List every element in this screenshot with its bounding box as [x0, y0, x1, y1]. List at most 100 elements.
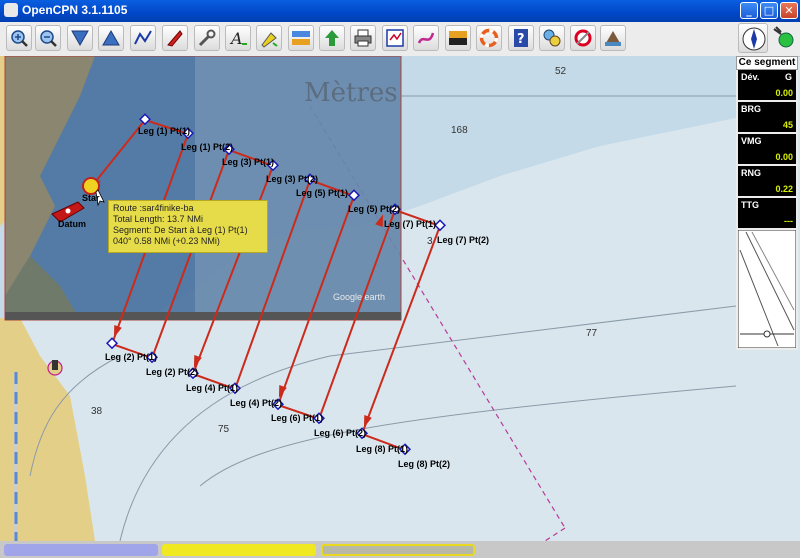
waypoint-label[interactable]: Leg (5) Pt(2) — [348, 204, 400, 214]
depth-sounding: 38 — [91, 406, 103, 417]
route-manager-icon — [386, 29, 404, 47]
status-pane-1 — [4, 544, 158, 556]
text-button[interactable]: A — [225, 25, 251, 51]
zoom-out-button[interactable] — [35, 25, 61, 51]
google-earth-logo: Google earth — [333, 292, 386, 302]
waypoint-label[interactable]: Leg (8) Pt(2) — [398, 459, 450, 469]
waypoint-label[interactable]: Leg (4) Pt(1) — [186, 383, 238, 393]
route-manager-button[interactable] — [382, 25, 408, 51]
instrument-label: RNG — [741, 168, 761, 178]
tooltip-length: Total Length: 13.7 NMi — [113, 214, 204, 224]
color-scheme-button[interactable] — [445, 25, 471, 51]
track-icon — [417, 32, 435, 44]
instrument-value: 45 — [782, 120, 793, 130]
course-graph — [738, 230, 796, 348]
settings-icon — [198, 29, 216, 47]
scale-out-button[interactable] — [98, 25, 124, 51]
follow-ship-button[interactable] — [162, 25, 188, 51]
waypoint-label[interactable]: Leg (3) Pt(1) — [222, 157, 274, 167]
help-button[interactable]: ? — [508, 25, 534, 51]
print-icon — [354, 29, 372, 47]
settings-button[interactable] — [194, 25, 220, 51]
compass-icon — [742, 27, 766, 51]
tides-button[interactable] — [288, 25, 314, 51]
route-button[interactable] — [130, 25, 156, 51]
mob-button[interactable] — [476, 25, 502, 51]
route-tooltip: Route :sar4finike-ba Total Length: 13.7 … — [108, 200, 268, 253]
waypoint-label[interactable]: Leg (1) Pt(1) — [138, 126, 190, 136]
waypoint-label[interactable]: Leg (5) Pt(1) — [296, 188, 348, 198]
instrument-value: 0.00 — [775, 88, 793, 98]
instrument-unit: G — [784, 72, 792, 82]
depth-sounding: 75 — [218, 424, 230, 435]
scale-in-icon — [71, 30, 89, 47]
app-icon — [4, 3, 18, 17]
start-label: Star — [82, 193, 100, 203]
zoom-in-icon — [11, 30, 28, 47]
close-button[interactable]: ✕ — [780, 2, 798, 19]
gps-status-button[interactable] — [770, 23, 796, 53]
depth-sounding: 168 — [451, 125, 468, 136]
title-bar: OpenCPN 3.1.1105 _ □ ✕ — [0, 0, 800, 22]
compass-button[interactable] — [738, 23, 768, 53]
maximize-button[interactable]: □ — [760, 2, 778, 19]
depth-sounding: 52 — [555, 66, 567, 77]
instrument-range: RNG 0.22 — [738, 166, 796, 196]
text-icon: A — [229, 29, 247, 48]
instrument-label: VMG — [741, 136, 762, 146]
mob-icon — [479, 28, 499, 48]
instrument-label: BRG — [741, 104, 761, 114]
instrument-deviation: Dév. G 0.00 — [738, 70, 796, 100]
route-icon — [134, 30, 152, 45]
plugin-icon — [543, 29, 561, 47]
tides-icon — [292, 31, 310, 45]
instrument-vmg: VMG 0.00 — [738, 134, 796, 164]
waypoint-label[interactable]: Leg (2) Pt(1) — [105, 352, 157, 362]
waypoint-label[interactable]: Leg (7) Pt(2) — [437, 235, 489, 245]
waypoint-label[interactable]: Leg (4) Pt(2) — [230, 398, 282, 408]
plugin3-button[interactable] — [600, 25, 626, 51]
currents-button[interactable] — [319, 25, 345, 51]
svg-text:?: ? — [517, 32, 525, 47]
scale-in-button[interactable] — [67, 25, 93, 51]
waypoint-label[interactable]: Leg (1) Pt(2) — [181, 142, 233, 152]
instrument-value: 0.00 — [775, 152, 793, 162]
light-icon — [47, 360, 63, 376]
instrument-label: Dév. — [741, 72, 760, 82]
datum-label: Datum — [58, 219, 87, 229]
status-pane-3 — [321, 544, 475, 556]
waypoint-label[interactable]: Leg (6) Pt(2) — [314, 428, 366, 438]
waypoint-label[interactable]: Leg (8) Pt(1) — [356, 444, 408, 454]
tooltip-route: Route :sar4finike-ba — [113, 203, 194, 213]
color-scheme-icon — [449, 31, 467, 45]
currents-icon — [325, 30, 339, 46]
plugin2-icon — [574, 29, 592, 47]
waypoint-label[interactable]: Leg (2) Pt(2) — [146, 367, 198, 377]
mark-button[interactable] — [256, 25, 282, 51]
help-icon: ? — [514, 29, 528, 47]
instrument-label: TTG — [741, 200, 759, 210]
waypoint-label[interactable]: Leg (7) Pt(1) — [384, 219, 436, 229]
scale-bar — [14, 372, 18, 541]
dashboard-panel: Ce segment Dév. G 0.00 BRG 45 VMG 0.00 R… — [736, 56, 798, 350]
main-toolbar: A ? — [0, 22, 800, 57]
instrument-value: --- — [784, 216, 793, 226]
print-button[interactable] — [350, 25, 376, 51]
status-bar — [0, 541, 800, 558]
scale-out-icon — [102, 29, 120, 46]
plugin-button[interactable] — [539, 25, 565, 51]
instrument-value: 0.22 — [775, 184, 793, 194]
mark-icon — [261, 32, 278, 48]
plugin2-button[interactable] — [570, 25, 596, 51]
minimize-button[interactable]: _ — [740, 2, 758, 19]
zoom-in-button[interactable] — [6, 25, 32, 51]
zoom-out-icon — [40, 30, 57, 47]
track-button[interactable] — [413, 25, 439, 51]
depth-sounding: 3 — [427, 236, 433, 247]
waypoint-label[interactable]: Leg (3) Pt(2) — [266, 174, 318, 184]
overlay-caption: Mètres — [304, 78, 398, 108]
waypoint-label[interactable]: Leg (6) Pt(1) — [271, 413, 323, 423]
plugin3-icon — [605, 31, 621, 46]
instrument-bearing: BRG 45 — [738, 102, 796, 132]
tooltip-bearing: 040° 0.58 NMi (+0.23 NMi) — [113, 236, 220, 246]
